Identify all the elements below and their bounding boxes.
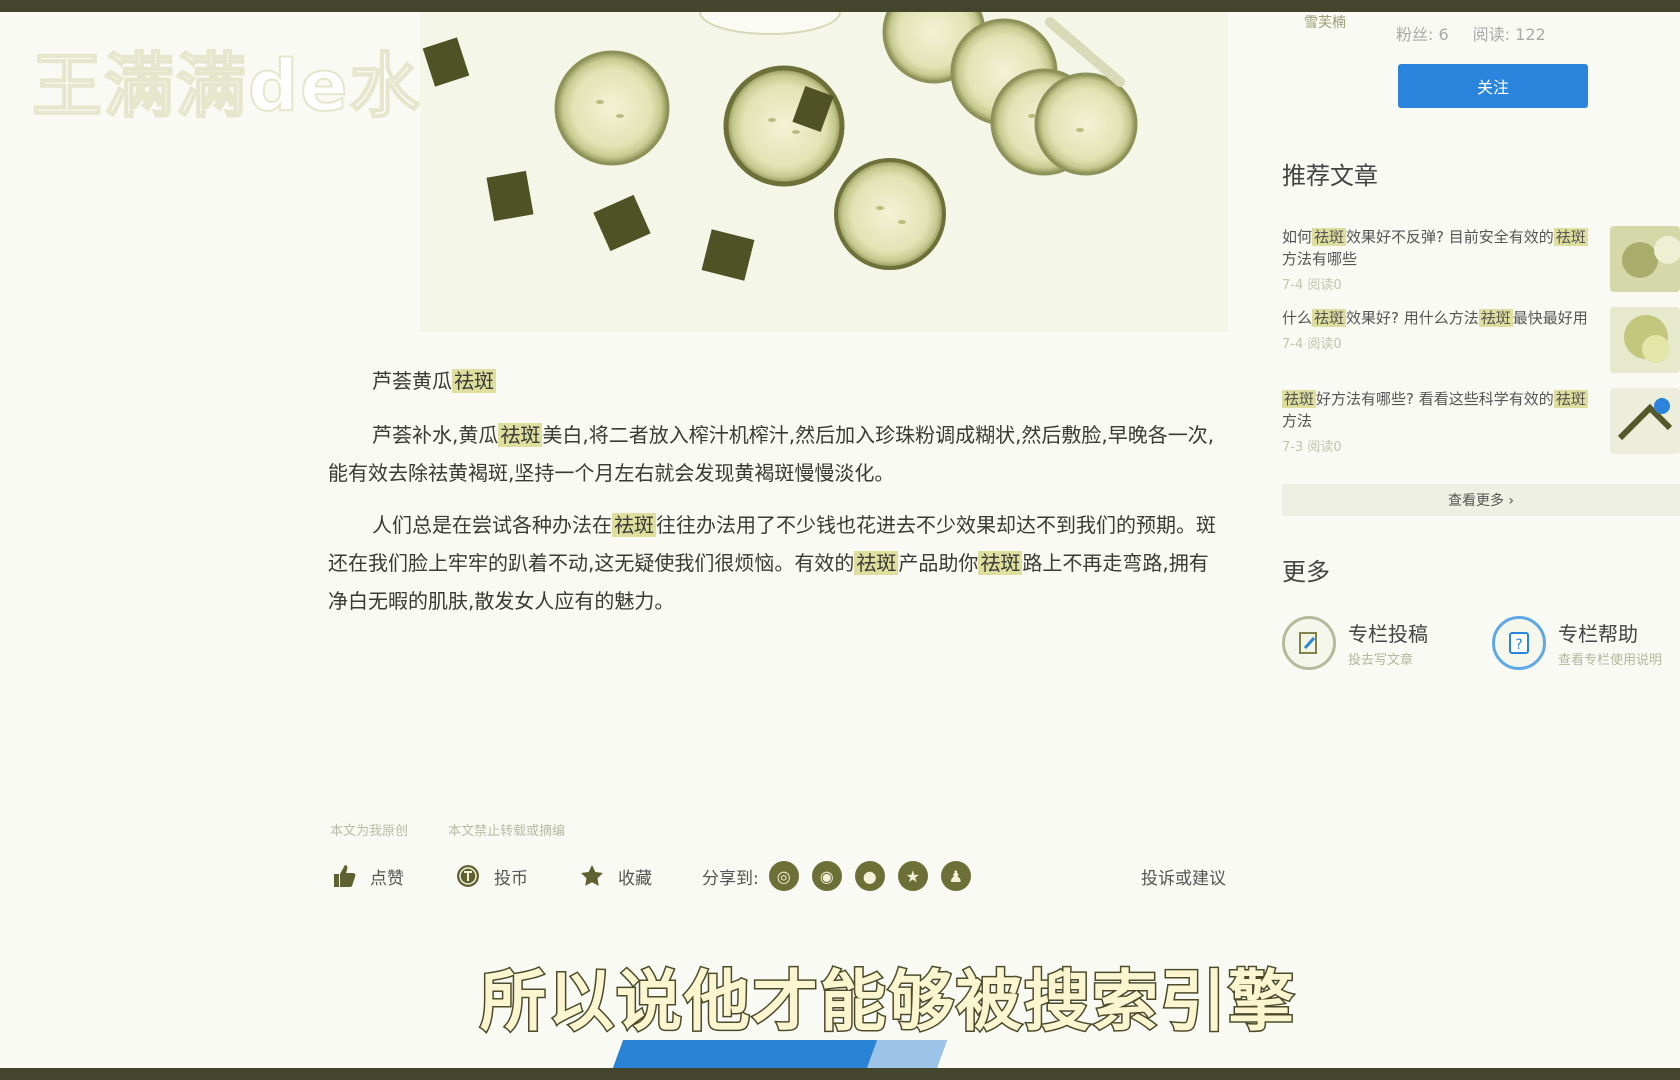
top-frame-bar — [0, 0, 1680, 12]
recommend-thumbnail[interactable] — [1610, 226, 1680, 292]
coin-button[interactable]: 投币 — [454, 862, 528, 890]
fans-count: 粉丝: 6 — [1396, 25, 1449, 44]
recommend-title[interactable]: 什么 祛斑 效果好? 用什么方法 祛斑 最快最好用 — [1282, 307, 1592, 329]
keyword-highlight[interactable]: 祛斑 — [612, 513, 656, 537]
edit-icon — [1282, 616, 1336, 670]
video-caption: 所以说他才能够被搜索引擎 — [479, 962, 1296, 1042]
recommend-heading: 推荐文章 — [1282, 162, 1378, 190]
share-wechat-icon[interactable]: ● — [854, 861, 885, 891]
more-links: 专栏投稿 投去写文章 ? 专栏帮助 查看专栏使用说明 — [1282, 616, 1680, 670]
thumbs-up-icon — [330, 862, 358, 890]
share-qzone-icon[interactable]: ★ — [897, 861, 928, 891]
original-note: 本文为我原创 — [330, 824, 409, 839]
progress-tail — [866, 1040, 948, 1068]
share-qq-icon[interactable]: ♟ — [940, 861, 971, 891]
keyword-highlight[interactable]: 祛斑 — [498, 423, 543, 447]
video-progress-bar[interactable] — [612, 1040, 948, 1068]
recommend-title[interactable]: 如何 祛斑 效果好不反弹? 目前安全有效的 祛斑方法有哪些 — [1282, 226, 1592, 270]
help-sub: 查看专栏使用说明 — [1558, 653, 1663, 668]
share-label: 分享到: — [702, 868, 759, 889]
more-heading: 更多 — [1282, 558, 1330, 586]
keyword-highlight[interactable]: 祛斑 — [452, 369, 496, 393]
article-actions: 点赞 投币 收藏 分享到: ◎ ◉ ● ★ ♟ 投诉或建议 — [330, 858, 1226, 894]
list-item[interactable]: 什么 祛斑 效果好? 用什么方法 祛斑 最快最好用 7-4 阅读0 — [1282, 307, 1680, 388]
list-item[interactable]: 如何 祛斑 效果好不反弹? 目前安全有效的 祛斑方法有哪些 7-4 阅读0 — [1282, 226, 1680, 307]
article-paragraph: 人们总是在尝试各种办法在 祛斑 往往办法用了不少钱也花进去不少效果却达不到我们的预期… — [328, 513, 1216, 613]
recommend-thumbnail[interactable] — [1610, 307, 1680, 373]
follow-button[interactable]: 关注 — [1398, 64, 1588, 108]
help-title: 专栏帮助 — [1558, 622, 1638, 646]
article-meta: 本文为我原创 本文禁止转载或摘编 — [330, 820, 601, 839]
article-hero-image — [420, 12, 1228, 332]
list-item[interactable]: 祛斑 好方法有哪些? 看看这些科学有效的 祛斑方法 7-3 阅读0 — [1282, 388, 1680, 469]
favorite-button[interactable]: 收藏 — [578, 862, 652, 890]
share-weibo-icon[interactable]: ◉ — [811, 861, 842, 891]
svg-text:?: ? — [1515, 637, 1522, 653]
submit-article-sub: 投去写文章 — [1348, 653, 1414, 668]
keyword-highlight[interactable]: 祛斑 — [854, 551, 899, 575]
help-icon: ? — [1492, 616, 1546, 670]
recommend-title[interactable]: 祛斑 好方法有哪些? 看看这些科学有效的 祛斑方法 — [1282, 388, 1592, 432]
submit-article-title: 专栏投稿 — [1348, 622, 1428, 646]
recommend-thumbnail[interactable] — [1610, 388, 1680, 454]
report-link[interactable]: 投诉或建议 — [1141, 864, 1226, 889]
recommend-list: 如何 祛斑 效果好不反弹? 目前安全有效的 祛斑方法有哪些 7-4 阅读0 什么 祛斑效… — [1282, 226, 1680, 469]
submit-article-link[interactable]: 专栏投稿 投去写文章 — [1282, 616, 1492, 670]
coin-icon — [454, 862, 482, 890]
keyword-highlight[interactable]: 祛斑 — [978, 551, 1023, 575]
star-icon — [578, 862, 606, 890]
share-dynamic-icon[interactable]: ◎ — [768, 861, 799, 891]
like-button[interactable]: 点赞 — [330, 862, 404, 890]
see-more-button[interactable]: 查看更多 › — [1282, 484, 1680, 516]
article-paragraph: 芦荟补水,黄瓜 祛斑 美白,将二者放入榨汁机榨汁,然后加入珍珠粉调成糊状,然后敷脸,… — [328, 423, 1215, 485]
article-body: 芦荟黄瓜 祛斑 芦荟补水,黄瓜 祛斑 美白,将二者放入榨汁机榨汁,然后加入珍珠粉调成糊… — [328, 362, 1228, 634]
no-reprint-note: 本文禁止转载或摘编 — [448, 824, 566, 839]
help-link[interactable]: ? 专栏帮助 查看专栏使用说明 — [1492, 616, 1680, 670]
article-subheading: 芦荟黄瓜 祛斑 — [372, 369, 496, 393]
bottom-frame-bar — [0, 1068, 1680, 1080]
read-count: 阅读: 122 — [1472, 25, 1546, 44]
author-stats: 雪芙楠 粉丝: 6 阅读: 122 — [1290, 14, 1570, 52]
author-logo[interactable]: 雪芙楠 — [1290, 14, 1360, 52]
